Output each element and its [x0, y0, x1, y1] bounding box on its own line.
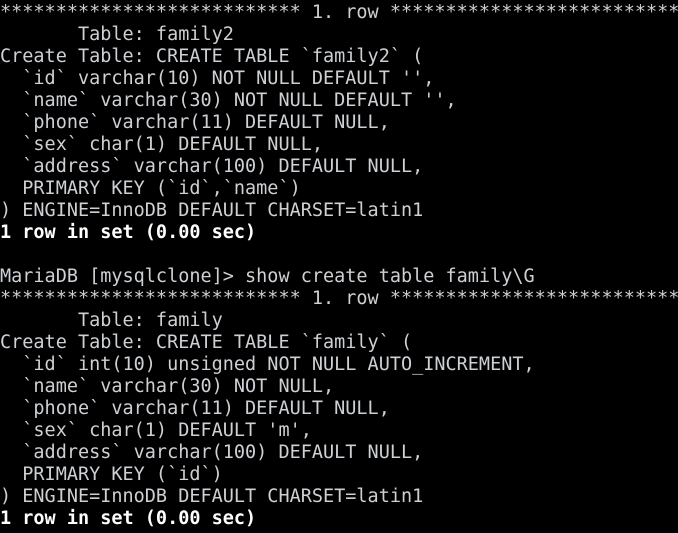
field-table-name: Table: family2: [0, 24, 234, 45]
column-def-address: `address` varchar(100) DEFAULT NULL,: [0, 156, 424, 177]
column-def-phone: `phone` varchar(11) DEFAULT NULL,: [0, 112, 390, 133]
table-options: ) ENGINE=InnoDB DEFAULT CHARSET=latin1: [0, 486, 424, 507]
prompt-line: MariaDB [mysqlclone]> show create table …: [0, 266, 535, 287]
column-def-address: `address` varchar(100) DEFAULT NULL,: [0, 442, 424, 463]
column-def-id: `id` int(10) unsigned NOT NULL AUTO_INCR…: [0, 354, 535, 375]
terminal-screen[interactable]: *************************** 1. row *****…: [0, 0, 678, 533]
result-status: 1 row in set (0.00 sec): [0, 222, 257, 243]
field-create-table: Create Table: CREATE TABLE `family` (: [0, 332, 413, 353]
row-separator-banner: *************************** 1. row *****…: [0, 288, 678, 309]
column-def-name: `name` varchar(30) NOT NULL,: [0, 376, 335, 397]
column-def-id: `id` varchar(10) NOT NULL DEFAULT '',: [0, 68, 435, 89]
column-def-name: `name` varchar(30) NOT NULL DEFAULT '',: [0, 90, 457, 111]
primary-key-def: PRIMARY KEY (`id`): [0, 464, 223, 485]
column-def-phone: `phone` varchar(11) DEFAULT NULL,: [0, 398, 390, 419]
row-separator-banner: *************************** 1. row *****…: [0, 2, 678, 23]
table-options: ) ENGINE=InnoDB DEFAULT CHARSET=latin1: [0, 200, 424, 221]
primary-key-def: PRIMARY KEY (`id`,`name`): [0, 178, 301, 199]
column-def-sex: `sex` char(1) DEFAULT NULL,: [0, 134, 324, 155]
column-def-sex: `sex` char(1) DEFAULT 'm',: [0, 420, 312, 441]
field-create-table: Create Table: CREATE TABLE `family2` (: [0, 46, 424, 67]
result-status: 1 row in set (0.00 sec): [0, 508, 257, 529]
field-table-name: Table: family: [0, 310, 223, 331]
